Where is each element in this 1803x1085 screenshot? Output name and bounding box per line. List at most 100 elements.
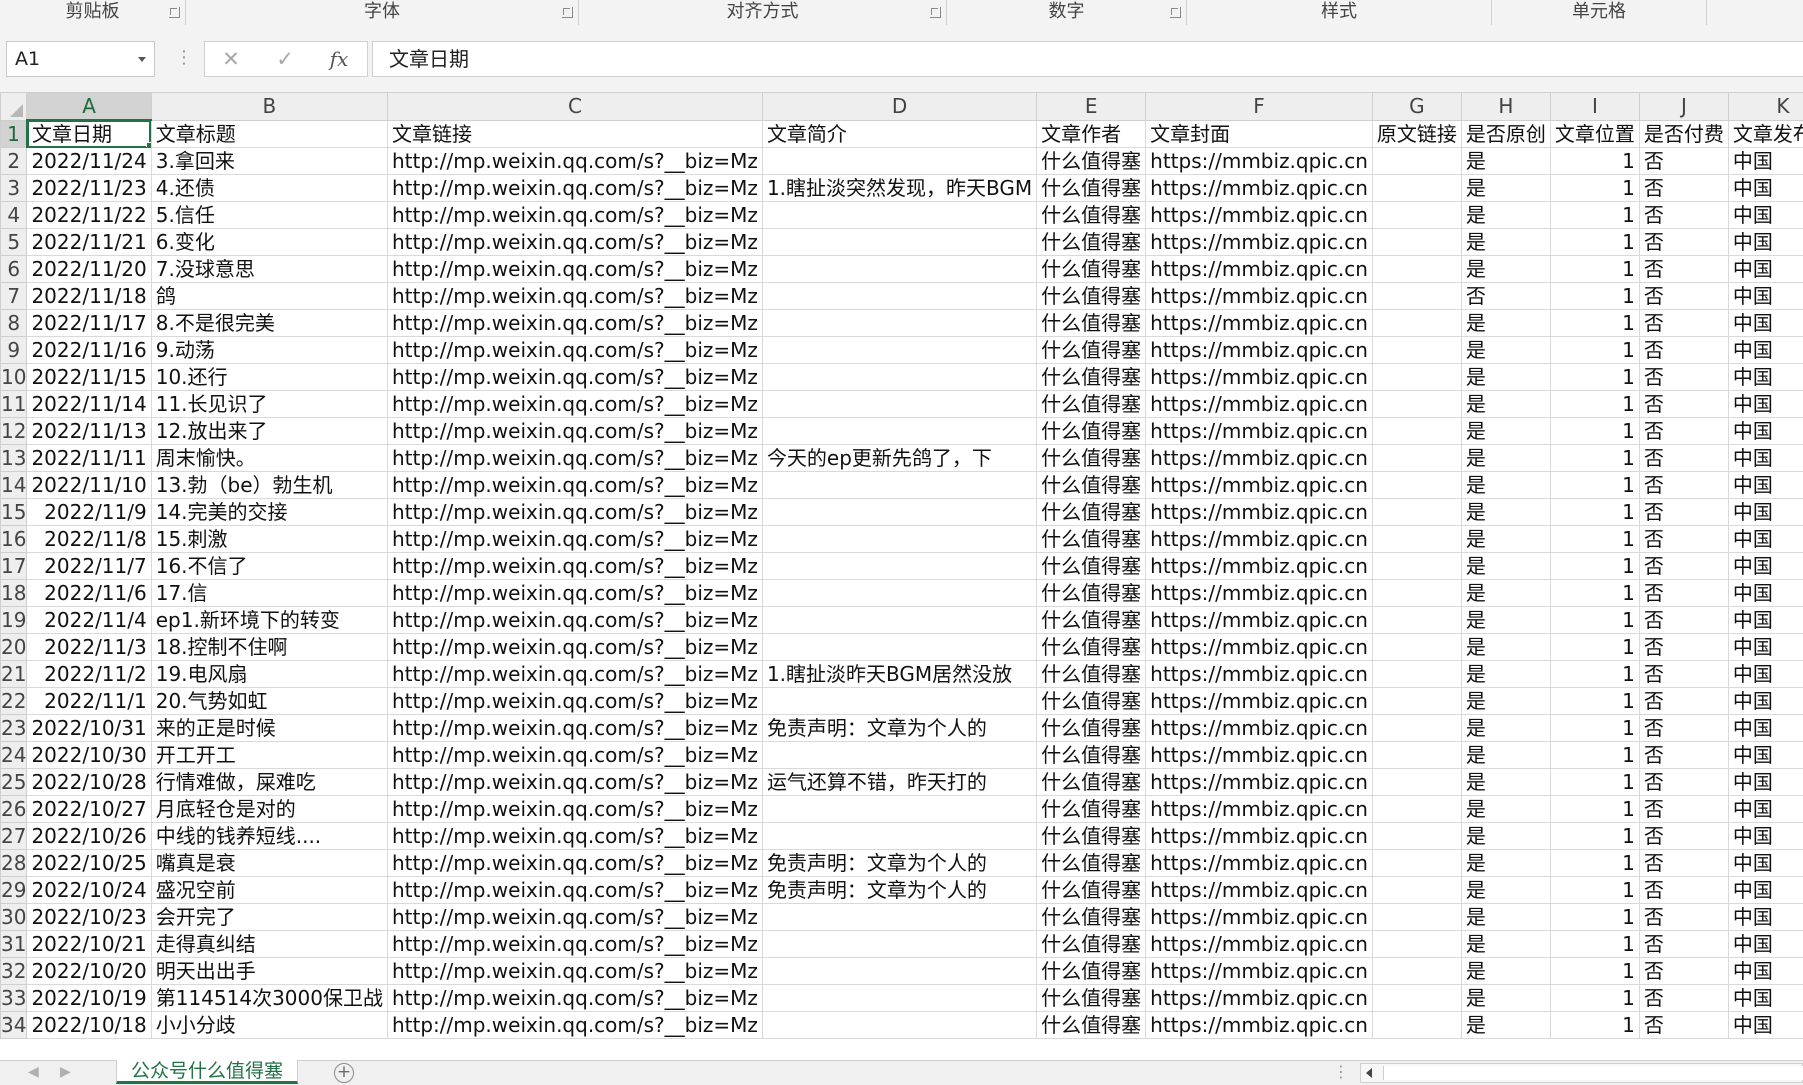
cell[interactable]: 1 [1550, 418, 1639, 445]
cell[interactable]: 1 [1550, 1012, 1639, 1039]
row-header[interactable]: 3 [1, 175, 27, 202]
cell[interactable]: 明天出出手 [151, 958, 387, 985]
cell[interactable]: 否 [1639, 229, 1728, 256]
cell[interactable]: 什么值得塞 [1037, 985, 1146, 1012]
cell[interactable]: 否 [1639, 499, 1728, 526]
sheet-tab[interactable]: 公众号什么值得塞 [116, 1060, 298, 1084]
row-header[interactable]: 28 [1, 850, 27, 877]
name-box[interactable]: A1 [6, 41, 155, 77]
cell[interactable] [762, 391, 1036, 418]
row-header[interactable]: 23 [1, 715, 27, 742]
cell[interactable] [1372, 607, 1461, 634]
row-header[interactable]: 4 [1, 202, 27, 229]
cell[interactable]: 中国 [1728, 445, 1803, 472]
cell[interactable]: 是 [1461, 634, 1550, 661]
cell[interactable] [762, 688, 1036, 715]
cell[interactable]: 中国 [1728, 634, 1803, 661]
cell[interactable]: 运气还算不错，昨天打的 [762, 769, 1036, 796]
cell[interactable] [1372, 580, 1461, 607]
cell[interactable]: 2022/10/20 [27, 958, 151, 985]
cell[interactable]: 1 [1550, 175, 1639, 202]
cell[interactable]: 2022/11/18 [27, 283, 151, 310]
column-header[interactable]: I [1550, 93, 1639, 121]
cell[interactable]: 是 [1461, 931, 1550, 958]
cell[interactable] [1372, 472, 1461, 499]
column-header[interactable]: B [151, 93, 387, 121]
cell[interactable]: 1 [1550, 364, 1639, 391]
cell[interactable] [1372, 553, 1461, 580]
cell[interactable]: 2022/11/17 [27, 310, 151, 337]
cell[interactable]: 2022/10/31 [27, 715, 151, 742]
cell[interactable] [762, 229, 1036, 256]
cell[interactable]: https://mmbiz.qpic.cn [1146, 1012, 1373, 1039]
cell[interactable] [762, 202, 1036, 229]
cell[interactable]: 1 [1550, 310, 1639, 337]
cell[interactable]: 周末愉快。 [151, 445, 387, 472]
cell[interactable]: https://mmbiz.qpic.cn [1146, 391, 1373, 418]
cell[interactable]: 否 [1639, 526, 1728, 553]
cell[interactable]: 是 [1461, 418, 1550, 445]
row-header[interactable]: 17 [1, 553, 27, 580]
cell[interactable]: 1 [1550, 931, 1639, 958]
cell[interactable]: 文章标题 [151, 120, 387, 148]
row-header[interactable]: 19 [1, 607, 27, 634]
cell[interactable]: 是 [1461, 364, 1550, 391]
cell[interactable]: 免责声明：文章为个人的 [762, 877, 1036, 904]
cell[interactable]: 2022/10/25 [27, 850, 151, 877]
cell[interactable]: 2022/11/13 [27, 418, 151, 445]
cell[interactable]: 1 [1550, 445, 1639, 472]
cell[interactable] [1372, 364, 1461, 391]
cell[interactable]: 2022/11/11 [27, 445, 151, 472]
cell[interactable] [762, 256, 1036, 283]
cell[interactable] [1372, 1012, 1461, 1039]
cell[interactable]: 1 [1550, 148, 1639, 175]
cell[interactable] [1372, 526, 1461, 553]
cell[interactable]: 行情难做，屎难吃 [151, 769, 387, 796]
cell[interactable]: 文章位置 [1550, 120, 1639, 148]
cell[interactable] [762, 742, 1036, 769]
chevron-left-icon[interactable]: ◀ [28, 1061, 39, 1083]
cell[interactable]: 什么值得塞 [1037, 364, 1146, 391]
cell[interactable]: https://mmbiz.qpic.cn [1146, 931, 1373, 958]
cell[interactable]: 1 [1550, 526, 1639, 553]
cell[interactable]: 否 [1639, 823, 1728, 850]
cell[interactable]: https://mmbiz.qpic.cn [1146, 958, 1373, 985]
cell[interactable]: 否 [1639, 175, 1728, 202]
cell[interactable]: 第114514次3000保卫战 [151, 985, 387, 1012]
row-header[interactable]: 24 [1, 742, 27, 769]
cell[interactable]: 中国 [1728, 931, 1803, 958]
row-header[interactable]: 26 [1, 796, 27, 823]
cell[interactable]: 什么值得塞 [1037, 958, 1146, 985]
cell[interactable] [1372, 715, 1461, 742]
cell[interactable]: 2022/11/14 [27, 391, 151, 418]
cell[interactable]: 否 [1639, 661, 1728, 688]
cell[interactable]: http://mp.weixin.qq.com/s?__biz=Mz [387, 256, 762, 283]
cell[interactable]: 中国 [1728, 499, 1803, 526]
cell[interactable] [1372, 742, 1461, 769]
cell[interactable] [1372, 877, 1461, 904]
cell[interactable]: http://mp.weixin.qq.com/s?__biz=Mz [387, 283, 762, 310]
cell[interactable]: 什么值得塞 [1037, 391, 1146, 418]
cell[interactable]: 什么值得塞 [1037, 661, 1146, 688]
cell[interactable]: 7.没球意思 [151, 256, 387, 283]
cell[interactable]: 1 [1550, 202, 1639, 229]
cell[interactable]: 中国 [1728, 148, 1803, 175]
row-header[interactable]: 8 [1, 310, 27, 337]
cell[interactable]: 是 [1461, 553, 1550, 580]
cell[interactable]: https://mmbiz.qpic.cn [1146, 985, 1373, 1012]
cell[interactable]: 什么值得塞 [1037, 256, 1146, 283]
cell[interactable]: 2022/11/21 [27, 229, 151, 256]
row-header[interactable]: 13 [1, 445, 27, 472]
row-header[interactable]: 5 [1, 229, 27, 256]
cell[interactable]: 否 [1639, 877, 1728, 904]
cell[interactable]: 什么值得塞 [1037, 823, 1146, 850]
cell[interactable]: 4.还债 [151, 175, 387, 202]
cell[interactable]: 什么值得塞 [1037, 472, 1146, 499]
cell[interactable] [1372, 931, 1461, 958]
column-header[interactable]: E [1037, 93, 1146, 121]
cell[interactable]: 什么值得塞 [1037, 688, 1146, 715]
cell[interactable]: 13.勃（be）勃生机 [151, 472, 387, 499]
cell[interactable]: 中国 [1728, 958, 1803, 985]
cell[interactable]: http://mp.weixin.qq.com/s?__biz=Mz [387, 1012, 762, 1039]
cell[interactable]: 2022/10/23 [27, 904, 151, 931]
